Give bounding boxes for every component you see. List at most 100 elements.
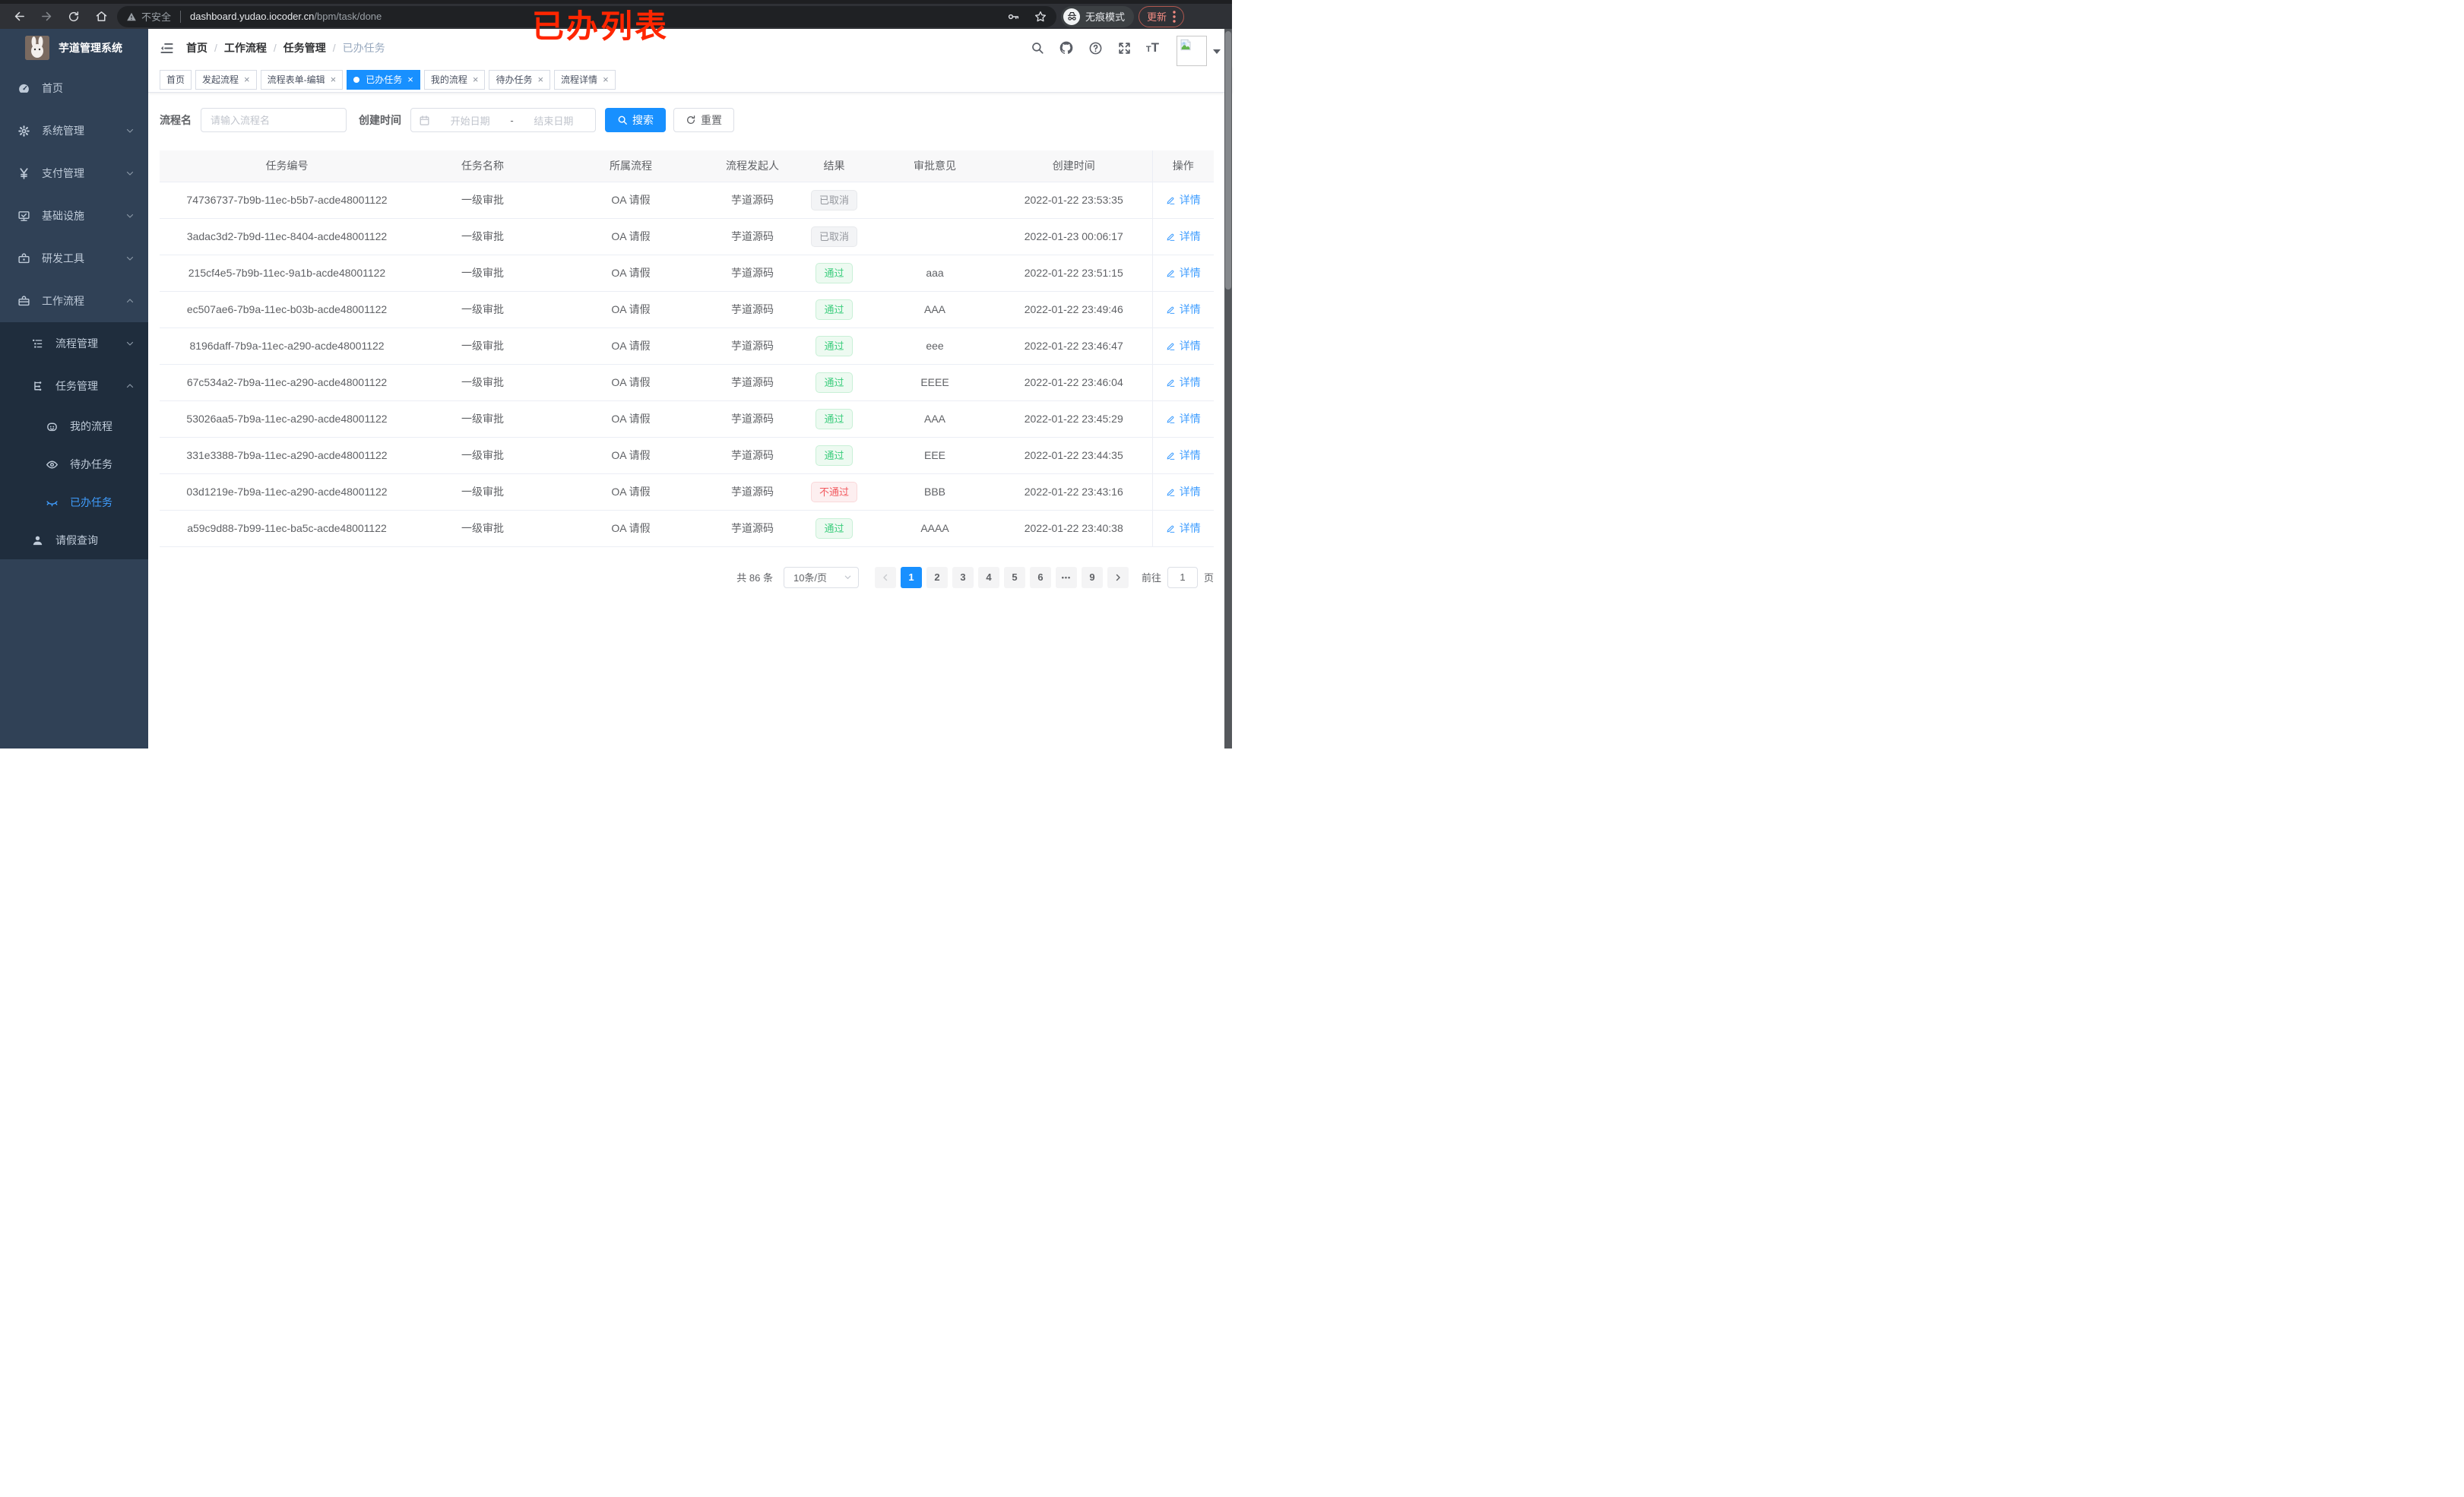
detail-button[interactable]: 详情 — [1166, 521, 1201, 536]
sidebar: 芋道管理系统 首页 系统管理 支付管理 基础设施 研发工具 工作流程 流程管理 … — [0, 29, 148, 748]
tab-close-icon[interactable]: × — [537, 74, 543, 85]
detail-button[interactable]: 详情 — [1166, 484, 1201, 499]
result-tag: 通过 — [816, 408, 853, 429]
goto-label: 前往 — [1141, 572, 1161, 584]
tab-my-process[interactable]: 我的流程 × — [423, 69, 486, 90]
help-button[interactable] — [1088, 41, 1103, 55]
sidebar-item-todo-task[interactable]: 待办任务 — [0, 445, 148, 483]
sidebar-item-infra[interactable]: 基础设施 — [0, 195, 148, 237]
calendar-icon — [420, 115, 429, 125]
detail-button[interactable]: 详情 — [1166, 448, 1201, 463]
prev-page-button[interactable] — [874, 566, 896, 588]
sidebar-item-home[interactable]: 首页 — [0, 67, 148, 109]
tab-home[interactable]: 首页 — [160, 69, 192, 90]
page-button-9[interactable]: 9 — [1081, 566, 1103, 588]
tab-label: 我的流程 — [430, 74, 467, 85]
page-button-1[interactable]: 1 — [900, 566, 922, 588]
page-button-5[interactable]: 5 — [1003, 566, 1025, 588]
total-count: 共 86 条 — [736, 572, 773, 584]
detail-button[interactable]: 详情 — [1166, 375, 1201, 390]
caret-down-icon — [1213, 49, 1221, 54]
forward-button[interactable] — [35, 6, 58, 27]
edit-pen-icon — [1167, 416, 1175, 423]
monitor-icon — [18, 210, 30, 221]
more-pages-button[interactable]: ••• — [1055, 566, 1077, 588]
sidebar-item-task-mgmt[interactable]: 任务管理 — [0, 365, 148, 407]
browser-menu-icon[interactable] — [1173, 10, 1176, 23]
scrollbar-thumb[interactable] — [1225, 31, 1231, 290]
user-menu[interactable] — [1177, 30, 1221, 66]
table-row: a59c9d88-7b99-11ec-ba5c-acde48001122 一级审… — [160, 510, 1214, 547]
end-date-placeholder[interactable]: 结束日期 — [520, 113, 587, 128]
detail-button[interactable]: 详情 — [1166, 338, 1201, 353]
breadcrumb-item[interactable]: 任务管理 — [283, 40, 326, 55]
fullscreen-button[interactable] — [1117, 41, 1132, 55]
detail-button[interactable]: 详情 — [1166, 265, 1201, 280]
next-page-button[interactable] — [1107, 566, 1129, 588]
detail-button[interactable]: 详情 — [1166, 411, 1201, 426]
detail-button[interactable]: 详情 — [1166, 229, 1201, 244]
sidebar-item-devtools[interactable]: 研发工具 — [0, 237, 148, 280]
font-size-button[interactable]: TT — [1146, 40, 1159, 55]
sidebar-item-payment[interactable]: 支付管理 — [0, 152, 148, 195]
page-button-2[interactable]: 2 — [926, 566, 948, 588]
tab-close-icon[interactable]: × — [603, 74, 609, 85]
sidebar-item-done-task[interactable]: 已办任务 — [0, 483, 148, 521]
tab-form-edit[interactable]: 流程表单-编辑 × — [260, 69, 344, 90]
sidebar-item-leave-query[interactable]: 请假查询 — [0, 521, 148, 559]
sidebar-item-system[interactable]: 系统管理 — [0, 109, 148, 152]
cell-comment: aaa — [874, 255, 996, 292]
cell-process: OA 请假 — [551, 182, 711, 219]
process-name-input[interactable] — [201, 108, 347, 132]
sidebar-item-my-process[interactable]: 我的流程 — [0, 407, 148, 445]
tab-todo-task[interactable]: 待办任务 × — [489, 69, 551, 90]
update-button[interactable]: 更新 — [1139, 5, 1185, 27]
page-size-select[interactable]: 10条/页 — [783, 566, 859, 588]
sidebar-item-workflow[interactable]: 工作流程 — [0, 280, 148, 322]
arrow-right-icon — [41, 11, 51, 21]
page-button-4[interactable]: 4 — [977, 566, 999, 588]
search-button[interactable] — [1031, 41, 1044, 55]
bookmark-star-button[interactable] — [1034, 10, 1047, 24]
search-icon — [1032, 43, 1044, 54]
chevron-down-icon — [126, 171, 134, 176]
broken-image-icon — [1180, 39, 1191, 51]
back-button[interactable] — [8, 6, 30, 27]
password-key-button[interactable] — [1006, 10, 1020, 24]
window-scrollbar[interactable] — [1224, 29, 1232, 748]
tab-close-icon[interactable]: × — [244, 74, 250, 85]
process-name-label: 流程名 — [160, 114, 192, 126]
reload-button[interactable] — [62, 6, 85, 27]
cell-task-id: 3adac3d2-7b9d-11ec-8404-acde48001122 — [160, 218, 414, 255]
tab-process-detail[interactable]: 流程详情 × — [554, 69, 616, 90]
result-tag: 通过 — [816, 372, 853, 393]
page-button-3[interactable]: 3 — [952, 566, 974, 588]
start-date-placeholder[interactable]: 开始日期 — [436, 113, 504, 128]
tab-close-icon[interactable]: × — [473, 74, 479, 85]
tab-start-process[interactable]: 发起流程 × — [195, 69, 257, 90]
tab-close-icon[interactable]: × — [331, 74, 337, 85]
search-submit-button[interactable]: 搜索 — [605, 108, 666, 132]
breadcrumb-item[interactable]: 工作流程 — [224, 40, 267, 55]
page-button-6[interactable]: 6 — [1029, 566, 1051, 588]
cell-starter: 芋道源码 — [711, 437, 794, 474]
security-status[interactable]: 不安全 — [126, 9, 171, 24]
cell-process: OA 请假 — [551, 364, 711, 401]
home-button[interactable] — [90, 6, 112, 27]
sidebar-item-label: 任务管理 — [55, 380, 98, 392]
chevron-down-icon — [126, 341, 134, 346]
goto-page-input[interactable] — [1167, 566, 1198, 588]
sidebar-collapse-button[interactable] — [160, 41, 174, 55]
breadcrumb-item[interactable]: 首页 — [186, 40, 207, 55]
tab-done-task[interactable]: 已办任务 × — [347, 69, 420, 90]
github-button[interactable] — [1059, 40, 1074, 55]
cell-starter: 芋道源码 — [711, 364, 794, 401]
cell-task-name: 一级审批 — [414, 473, 551, 511]
detail-button[interactable]: 详情 — [1166, 192, 1201, 207]
detail-button[interactable]: 详情 — [1166, 302, 1201, 317]
sidebar-logo-row[interactable]: 芋道管理系统 — [0, 29, 148, 67]
reset-button[interactable]: 重置 — [673, 108, 734, 132]
tab-close-icon[interactable]: × — [407, 74, 413, 85]
date-range-picker[interactable]: 开始日期 - 结束日期 — [410, 108, 596, 132]
sidebar-item-process-mgmt[interactable]: 流程管理 — [0, 322, 148, 365]
